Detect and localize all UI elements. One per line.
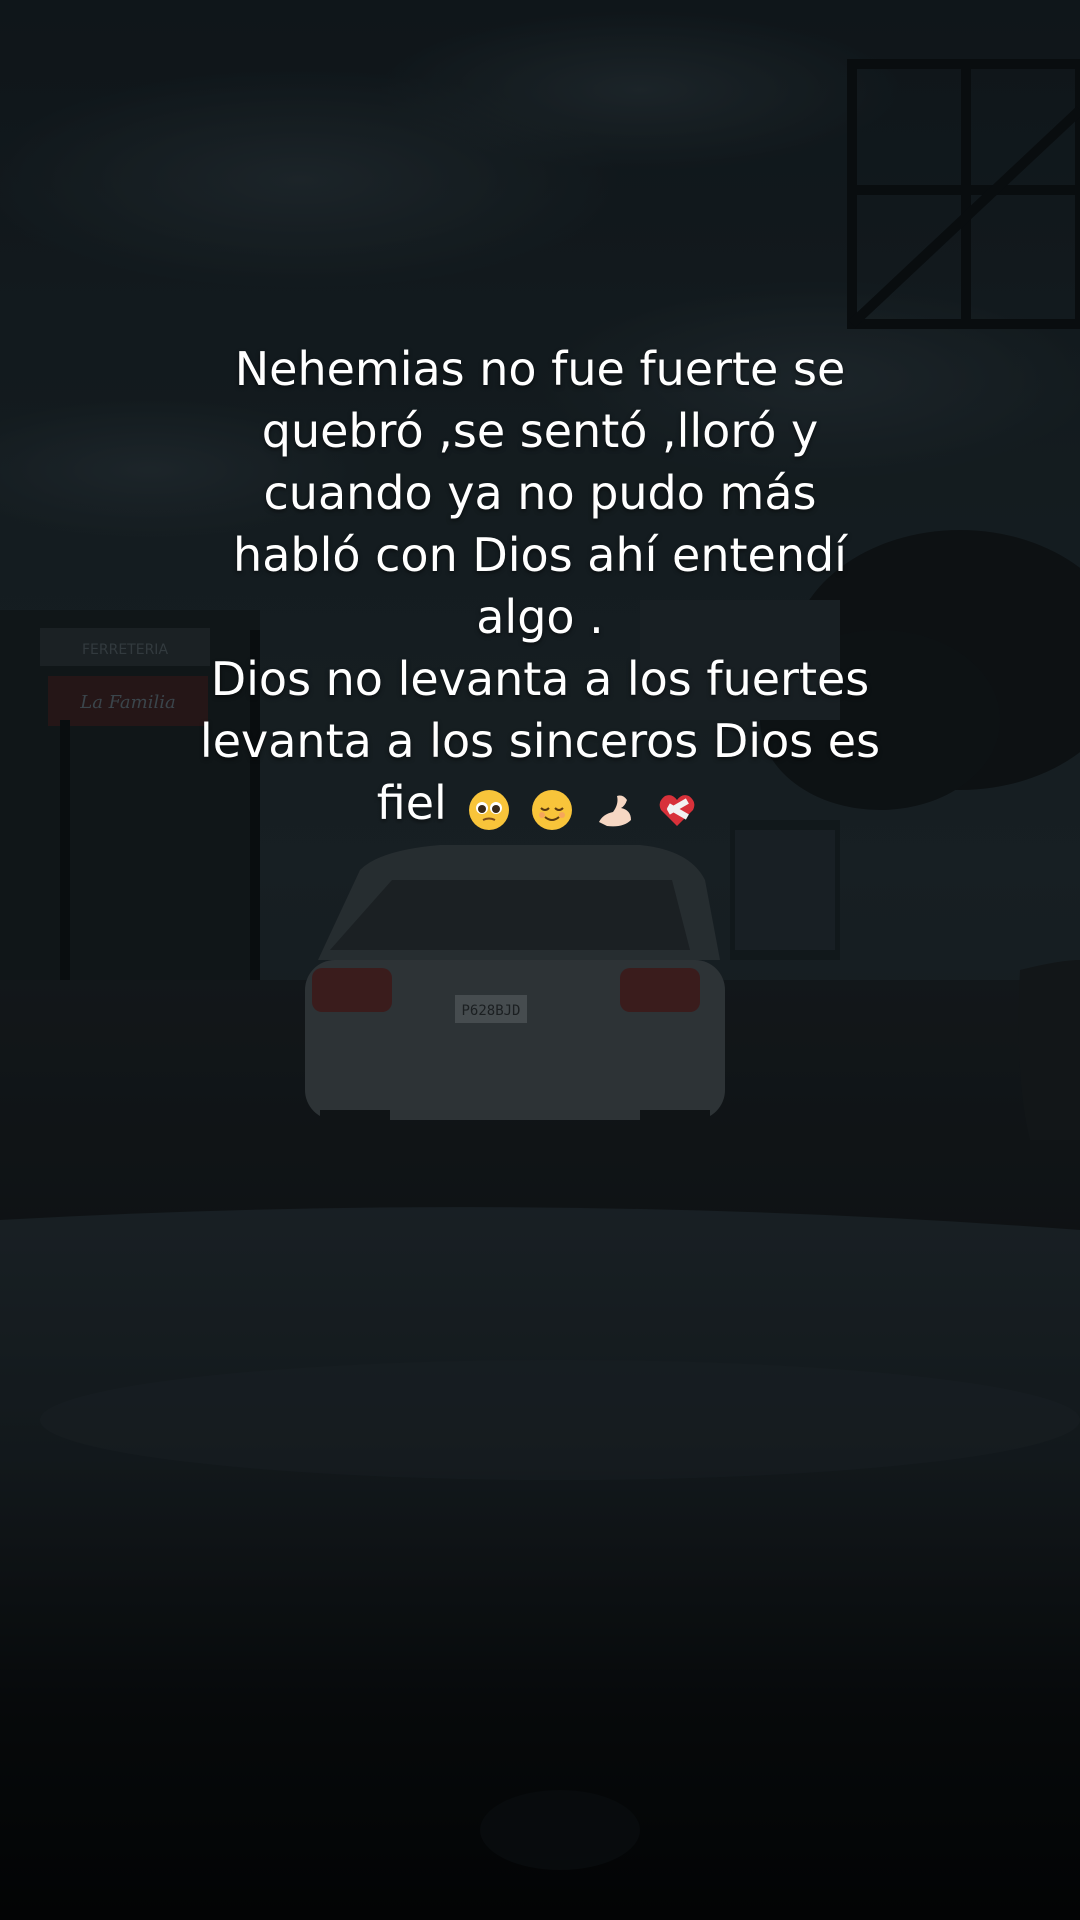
caption-line-1: Nehemias no fue fuerte se xyxy=(234,342,846,396)
caption-line-4: habló con Dios ahí entendí xyxy=(233,528,847,582)
caption-line-6: Dios no levanta a los fuertes xyxy=(210,652,870,706)
caption-line-2: quebró ,se sentó ,lloró y xyxy=(261,404,819,458)
caption-line-3: cuando ya no pudo más xyxy=(263,466,817,520)
mending-heart-icon xyxy=(659,795,695,826)
emoji-group xyxy=(467,776,703,838)
relieved-face-icon xyxy=(532,790,573,830)
caption-text: Nehemias no fue fuerte se quebró ,se sen… xyxy=(150,338,930,838)
caption-line-5: algo . xyxy=(476,590,604,644)
caption-line-8-text: fiel xyxy=(376,776,447,830)
caption-line-7: levanta a los sinceros Dios es xyxy=(199,714,881,768)
pleading-face-icon xyxy=(469,790,510,830)
background-photo: FERRETERIA La Familia P628BJD xyxy=(0,0,1080,1920)
caption-line-8: fiel xyxy=(150,772,930,838)
flexed-biceps-icon xyxy=(598,795,631,827)
